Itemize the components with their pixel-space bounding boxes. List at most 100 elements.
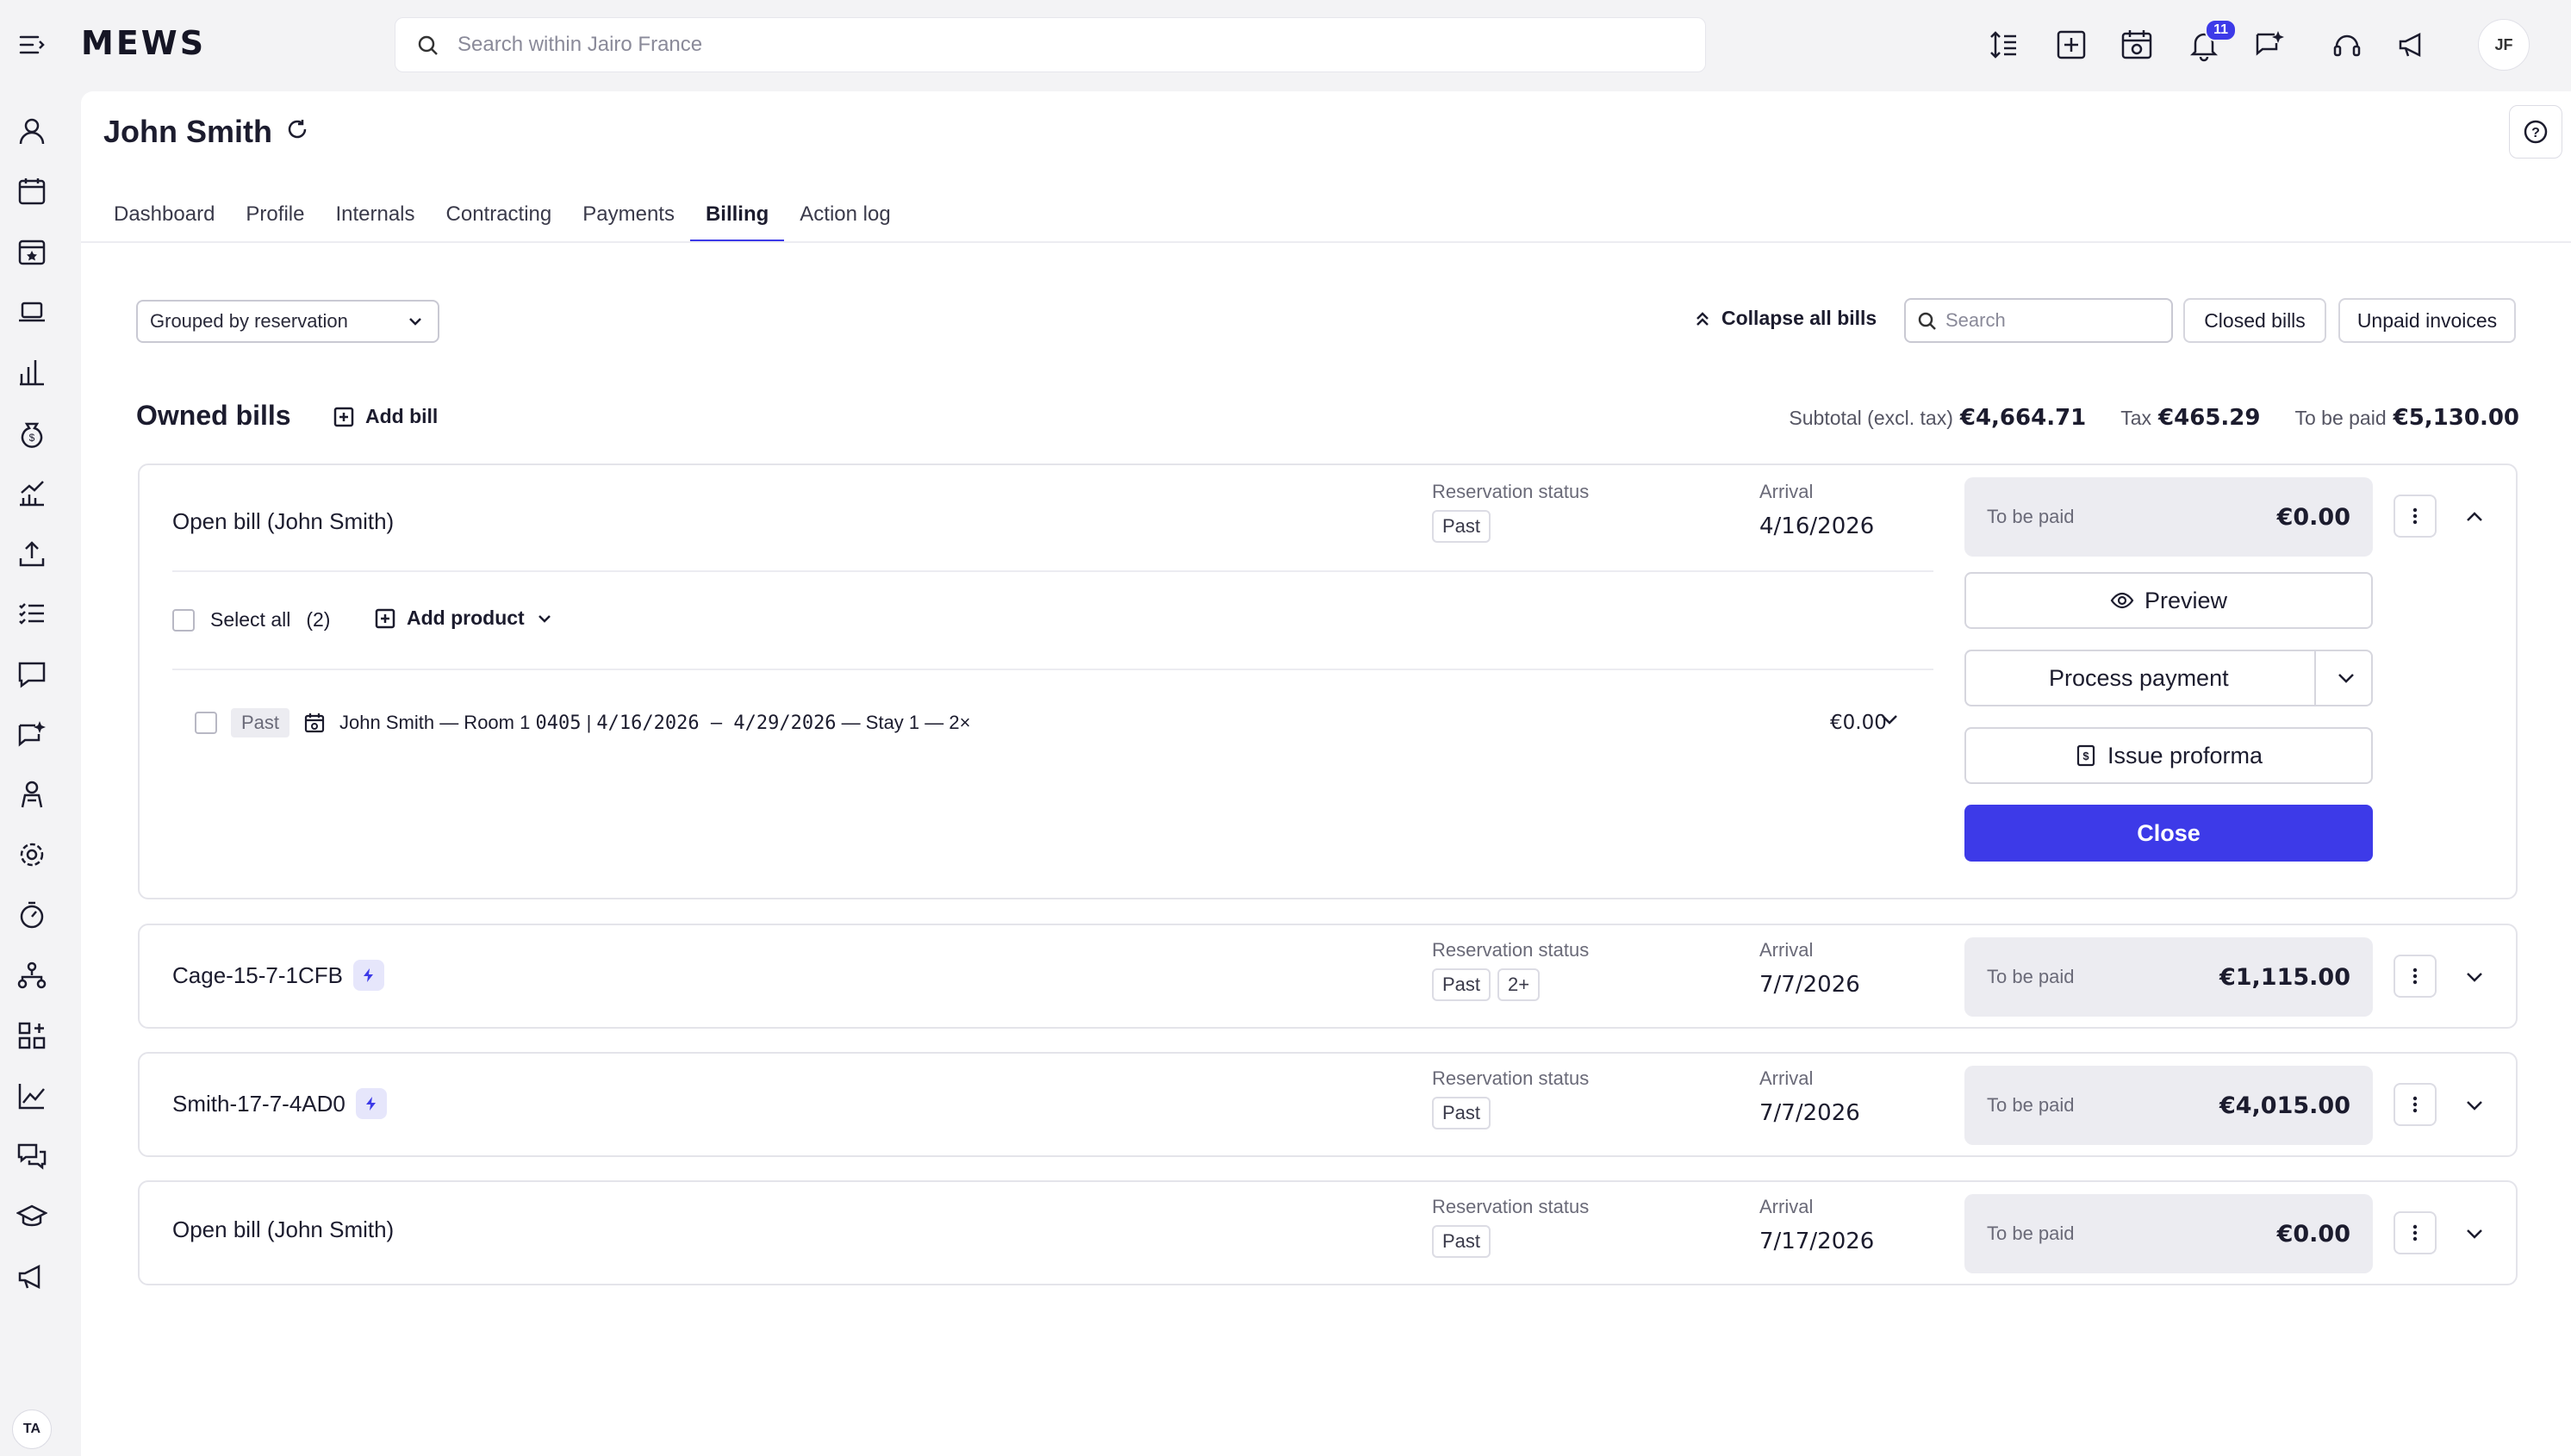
reservation-status: Past: [1432, 1097, 1497, 1129]
sort-icon[interactable]: [1983, 24, 2025, 65]
select-all-checkbox[interactable]: [172, 608, 195, 632]
upload-icon[interactable]: [15, 536, 49, 570]
add-bill-button[interactable]: Add bill: [333, 405, 438, 428]
tab-profile[interactable]: Profile: [230, 186, 320, 243]
global-search-input[interactable]: Search within Jairo France: [395, 17, 1706, 72]
expand-bill-button[interactable]: [2457, 960, 2492, 994]
refresh-icon[interactable]: [284, 114, 310, 150]
tab-action-log[interactable]: Action log: [784, 186, 906, 243]
notifications-badge: 11: [2205, 19, 2237, 41]
bill-options-button[interactable]: [2394, 495, 2437, 538]
expand-bill-button[interactable]: [2457, 1216, 2492, 1251]
chevron-down-icon: [2467, 1229, 2482, 1239]
payment-options-dropdown[interactable]: [2333, 665, 2359, 697]
divider: [172, 669, 1933, 670]
tab-bar: Dashboard Profile Internals Contracting …: [98, 186, 906, 243]
collapse-all-button[interactable]: Collapse all bills: [1692, 307, 1877, 330]
chevron-down-icon: [1882, 715, 1897, 725]
menu-icon[interactable]: [16, 29, 47, 60]
settings-icon[interactable]: [15, 837, 49, 872]
graduation-icon[interactable]: [15, 1199, 49, 1234]
bills-search-input[interactable]: Search: [1904, 298, 2173, 343]
more-vertical-icon: [2412, 1224, 2418, 1241]
sidebar: $: [0, 91, 81, 1456]
item-checkbox[interactable]: [195, 712, 217, 734]
apps-icon[interactable]: [15, 1018, 49, 1053]
timer-icon[interactable]: [15, 898, 49, 932]
bill-name[interactable]: Smith-17-7-4AD0: [172, 1091, 345, 1117]
support-icon[interactable]: [2326, 24, 2368, 65]
customer-name: John Smith: [103, 114, 272, 149]
bill-name[interactable]: Cage-15-7-1CFB: [172, 962, 343, 989]
help-icon: ?: [2524, 120, 2548, 144]
total-to-pay-value: €5,130.00: [2393, 405, 2519, 431]
add-icon[interactable]: [2051, 24, 2092, 65]
chevron-down-icon: [409, 318, 421, 326]
issue-proforma-button[interactable]: $ Issue proforma: [1964, 727, 2373, 784]
divider: [172, 570, 1933, 572]
housekeeper-icon[interactable]: [15, 777, 49, 812]
select-all-label[interactable]: Select all: [210, 608, 290, 632]
add-product-label: Add product: [407, 607, 525, 629]
status-chip: Past: [1432, 1097, 1491, 1129]
network-icon[interactable]: [15, 958, 49, 992]
tax-label: Tax: [2120, 407, 2152, 429]
more-vertical-icon: [2412, 507, 2418, 525]
line-chart-icon[interactable]: [15, 1079, 49, 1113]
megaphone-icon[interactable]: [15, 1260, 49, 1294]
ai-assistant-icon[interactable]: [2249, 24, 2290, 65]
bill-options-button[interactable]: [2394, 1083, 2437, 1126]
process-payment-button[interactable]: Process payment: [1964, 650, 2373, 706]
tab-billing[interactable]: Billing: [689, 186, 785, 243]
tab-contracting[interactable]: Contracting: [431, 186, 568, 243]
bill-options-button[interactable]: [2394, 955, 2437, 998]
closed-bills-button[interactable]: Closed bills: [2183, 298, 2326, 343]
bill-card: Smith-17-7-4AD0 Reservation status Past …: [138, 1052, 2518, 1157]
bill-name[interactable]: Open bill (John Smith): [172, 1216, 394, 1243]
user-avatar[interactable]: JF: [2478, 19, 2530, 71]
calendar-star-icon[interactable]: [15, 234, 49, 269]
calendar-search-icon[interactable]: [2116, 24, 2157, 65]
tab-payments[interactable]: Payments: [567, 186, 690, 243]
notifications-bell-icon[interactable]: 11: [2183, 19, 2237, 65]
add-bill-label: Add bill: [365, 405, 439, 427]
help-button[interactable]: ?: [2509, 105, 2562, 159]
mews-logo[interactable]: MEWS: [81, 24, 206, 62]
item-guest-room: John Smith — Room 1: [339, 712, 536, 733]
calendar-icon[interactable]: [15, 174, 49, 208]
add-product-button[interactable]: Add product: [374, 607, 554, 630]
tab-dashboard[interactable]: Dashboard: [98, 186, 230, 243]
grouping-select[interactable]: Grouped by reservation: [136, 300, 439, 343]
tax-value: €465.29: [2158, 405, 2261, 431]
issue-proforma-label: Issue proforma: [2107, 742, 2263, 768]
unpaid-invoices-button[interactable]: Unpaid invoices: [2338, 298, 2516, 343]
double-chevron-up-icon: [1696, 311, 1709, 326]
collapse-bill-button[interactable]: [2457, 500, 2492, 534]
checklist-icon[interactable]: [15, 596, 49, 631]
account-avatar[interactable]: TA: [12, 1409, 52, 1449]
chat-icon[interactable]: [15, 1139, 49, 1173]
person-icon[interactable]: [15, 114, 49, 148]
arrival-date: 7/17/2026: [1759, 1229, 1875, 1254]
growth-chart-icon[interactable]: [15, 476, 49, 510]
message-icon[interactable]: [15, 656, 49, 691]
close-bill-button[interactable]: Close: [1964, 805, 2373, 862]
reservation-status-label: Reservation status: [1432, 939, 1590, 961]
bar-chart-icon[interactable]: [15, 355, 49, 389]
bill-name[interactable]: Open bill (John Smith): [172, 508, 394, 535]
bill-item-row[interactable]: Past John Smith — Room 1 0405 | 4/16/202…: [195, 708, 970, 737]
tab-internals[interactable]: Internals: [320, 186, 430, 243]
laptop-icon[interactable]: [15, 295, 49, 329]
bill-options-button[interactable]: [2394, 1211, 2437, 1254]
subtotal-label: Subtotal (excl. tax): [1789, 407, 1953, 429]
invoice-icon: $: [2076, 744, 2095, 767]
money-bag-icon[interactable]: $: [15, 415, 49, 450]
preview-button[interactable]: Preview: [1964, 572, 2373, 629]
expand-bill-button[interactable]: [2457, 1088, 2492, 1123]
announcements-icon[interactable]: [2392, 24, 2433, 65]
preview-label: Preview: [2144, 587, 2228, 613]
ai-sparkle-icon[interactable]: [15, 717, 49, 751]
item-stay: — Stay 1 — 2×: [836, 712, 971, 733]
item-expand-button[interactable]: [1877, 706, 1902, 737]
search-icon: [416, 34, 440, 64]
